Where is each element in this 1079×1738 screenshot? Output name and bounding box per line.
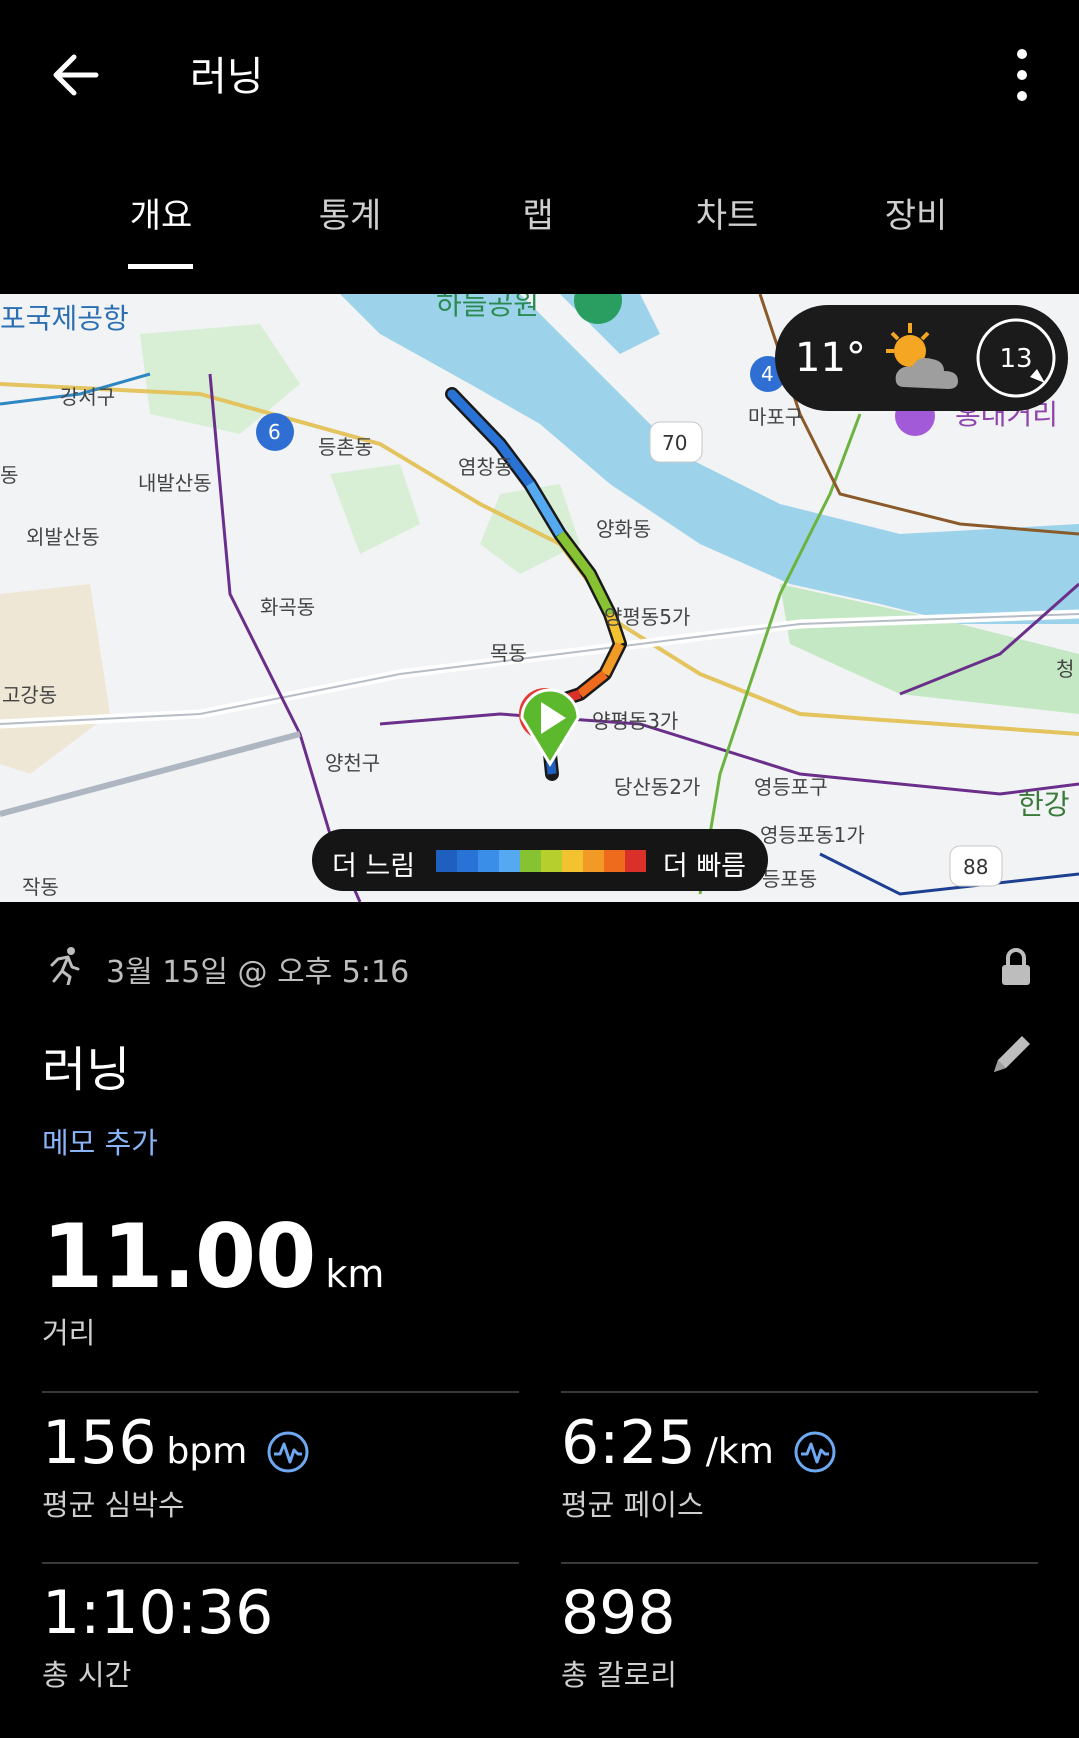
pace-chart-icon[interactable] <box>793 1430 837 1474</box>
pencil-icon[interactable] <box>990 1032 1034 1076</box>
map-label: 등포동 <box>762 867 817 891</box>
stat-label: 총 칼로리 <box>561 1658 677 1692</box>
pace-color-swatch <box>457 850 478 872</box>
avg-heart-rate: 156 bpm <box>42 1408 310 1478</box>
stat-unit: /km <box>705 1431 774 1472</box>
map-label: 마포구 <box>748 405 803 429</box>
activity-date: 3월 15일 @ 오후 5:16 <box>106 955 410 990</box>
map-label: 목동 <box>490 641 527 665</box>
stat-unit: bpm <box>166 1431 248 1472</box>
tab-laps[interactable]: 랩 <box>522 188 553 237</box>
pace-color-swatch <box>436 850 457 872</box>
map-label: 등촌동 <box>318 435 373 459</box>
app-bar: 러닝 <box>0 0 1079 150</box>
stat-label: 평균 심박수 <box>42 1488 185 1522</box>
pace-color-swatch <box>562 850 583 872</box>
more-vert-icon[interactable] <box>1006 48 1038 102</box>
stat-label: 평균 페이스 <box>561 1488 704 1522</box>
stat-value: 156 <box>42 1408 157 1478</box>
map-label: 당산동2가 <box>614 775 700 799</box>
tab-gear[interactable]: 장비 <box>885 188 948 237</box>
pace-color-swatch <box>604 850 625 872</box>
add-memo-link[interactable]: 메모 추가 <box>42 1120 158 1162</box>
pace-color-swatch <box>499 850 520 872</box>
map-label: 염창동 <box>458 455 513 479</box>
route-shield: 70 <box>662 431 687 455</box>
map-label: 양평동3가 <box>592 709 678 733</box>
route-shield: 88 <box>963 855 988 879</box>
pace-color-swatch <box>541 850 562 872</box>
stat-label: 총 시간 <box>42 1658 132 1692</box>
tab-bar: 개요 통계 랩 차트 장비 <box>0 160 1079 275</box>
total-time: 1:10:36 <box>42 1578 273 1648</box>
map-label: 강서구 <box>60 385 115 409</box>
wind-value: 13 <box>999 344 1032 374</box>
distance-label: 거리 <box>42 1316 96 1350</box>
map-label: 하늘공원 <box>436 294 539 321</box>
route-marker: 6 <box>268 420 281 444</box>
route-marker: 4 <box>761 362 774 386</box>
map-label: 작동 <box>22 875 59 899</box>
map-label: 청 <box>1056 657 1074 681</box>
distance-value: 11.00 km <box>42 1205 384 1308</box>
map-label: 양천구 <box>325 751 380 775</box>
map-label: 외발산동 <box>26 525 100 549</box>
arrow-back-icon[interactable] <box>48 48 102 102</box>
weather-badge[interactable]: 11° 13 <box>775 305 1068 411</box>
stat-value: 6:25 <box>561 1408 696 1478</box>
pace-color-swatch <box>583 850 604 872</box>
pace-legend: 더 느림 더 빠름 <box>312 829 768 891</box>
divider <box>561 1562 1038 1564</box>
legend-fast-label: 더 빠름 <box>662 851 746 882</box>
wind-dial-icon: 13 <box>976 318 1056 398</box>
page-title: 러닝 <box>190 54 264 100</box>
total-calories: 898 <box>561 1578 676 1648</box>
tab-overview[interactable]: 개요 <box>130 188 193 237</box>
active-tab-indicator <box>128 264 193 269</box>
pace-color-swatch <box>478 850 499 872</box>
divider <box>561 1391 1038 1393</box>
pace-color-swatch <box>625 850 646 872</box>
map-label: 양화동 <box>596 517 651 541</box>
temperature: 11° <box>795 335 866 381</box>
map-label: 한강 <box>1018 788 1070 821</box>
map-label: 포국제공항 <box>0 302 129 335</box>
map-label: 화곡동 <box>260 595 315 619</box>
pace-color-scale <box>436 850 646 872</box>
map-label: 양평동5가 <box>604 605 690 629</box>
stat-value: 1:10:36 <box>42 1578 274 1648</box>
avg-pace: 6:25/km <box>561 1408 837 1478</box>
distance-number: 11.00 <box>42 1205 316 1308</box>
activity-meta-row: 3월 15일 @ 오후 5:16 <box>44 945 1044 990</box>
lock-icon[interactable] <box>1000 947 1032 987</box>
divider <box>42 1391 519 1393</box>
legend-slow-label: 더 느림 <box>332 851 416 882</box>
divider <box>42 1562 519 1564</box>
partly-sunny-icon <box>886 323 958 389</box>
map-label: 영등포동1가 <box>760 823 865 847</box>
tab-charts[interactable]: 차트 <box>696 188 759 237</box>
map-label: 고강동 <box>2 683 57 707</box>
activity-name: 러닝 <box>42 1042 131 1098</box>
running-icon <box>50 947 80 985</box>
pace-color-swatch <box>520 850 541 872</box>
tab-stats[interactable]: 통계 <box>319 188 382 237</box>
map-label: 동 <box>0 463 18 487</box>
distance-unit: km <box>325 1252 385 1296</box>
stat-value: 898 <box>561 1578 676 1648</box>
map-label: 영등포구 <box>754 775 828 799</box>
heart-rate-icon[interactable] <box>266 1430 310 1474</box>
map-label: 내발산동 <box>138 471 212 495</box>
